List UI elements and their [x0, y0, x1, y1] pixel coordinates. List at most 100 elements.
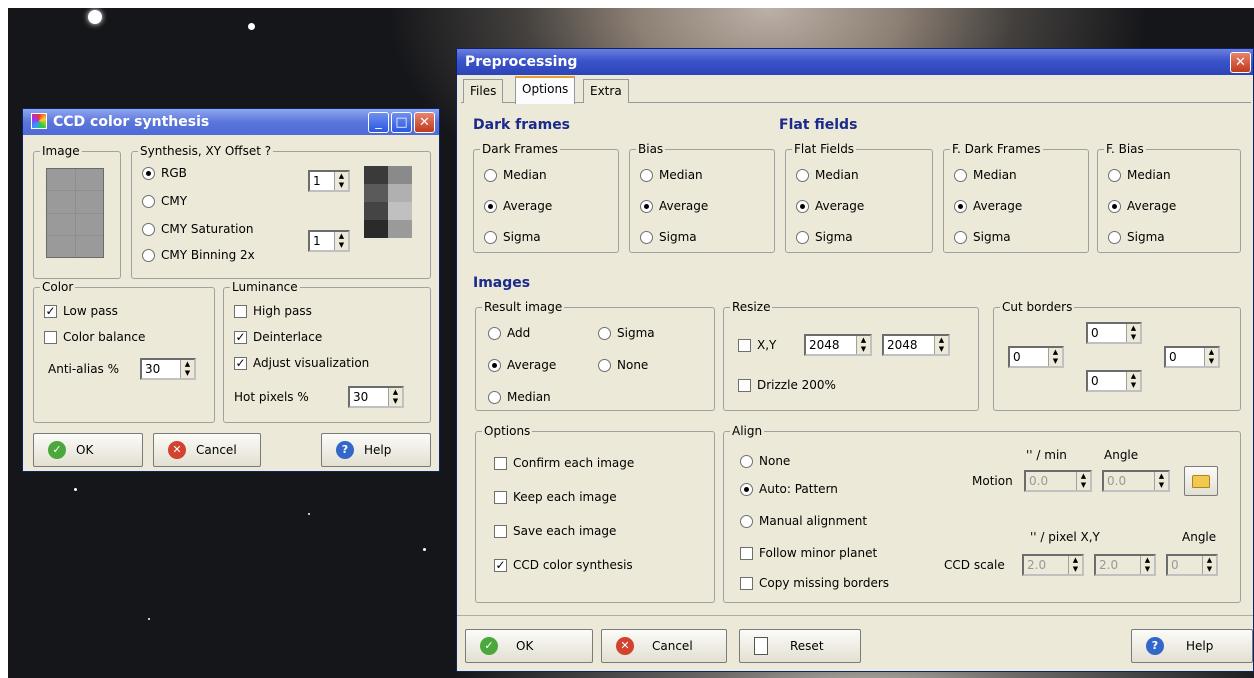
minimize-icon[interactable]: _ [368, 112, 389, 133]
spin-arrows-icon[interactable]: ▲ ▼ [856, 336, 870, 354]
radio-none[interactable] [598, 358, 611, 372]
spin-arrows-icon[interactable]: ▲ ▼ [1202, 556, 1216, 574]
preprocessing-title-bar[interactable]: Preprocessing [457, 49, 1253, 75]
tab-options[interactable]: Options [515, 76, 576, 104]
result-average[interactable]: Average [488, 358, 556, 372]
copy-missing-borders-checkbox[interactable] [740, 576, 753, 590]
low-pass-option[interactable]: ✓ Low pass [44, 304, 118, 318]
cut-right-value[interactable]: 0 [1166, 348, 1204, 366]
ccd-scale-x-value[interactable]: 2.0 [1024, 556, 1068, 574]
radio-cmy-binning[interactable] [142, 248, 155, 262]
method-option-sigma[interactable]: Sigma [1108, 230, 1165, 244]
adjust-visualization-option[interactable]: ✓ Adjust visualization [234, 356, 369, 370]
radio-add[interactable] [488, 326, 501, 340]
copy-missing-borders-option[interactable]: Copy missing borders [740, 576, 889, 590]
result-none[interactable]: None [598, 358, 648, 372]
spin-arrows-icon[interactable]: ▲ ▼ [1048, 348, 1062, 366]
drizzle-option[interactable]: Drizzle 200% [738, 378, 836, 392]
radio-align-none[interactable] [740, 454, 753, 468]
adjust-visualization-checkbox[interactable]: ✓ [234, 356, 247, 370]
cut-top-value[interactable]: 0 [1088, 324, 1126, 342]
ccd-ok-button[interactable]: ✓ OK [33, 433, 143, 467]
align-auto-pattern[interactable]: Auto: Pattern [740, 482, 838, 496]
radio-sigma[interactable] [640, 230, 653, 244]
result-sigma[interactable]: Sigma [598, 326, 655, 340]
radio-average[interactable] [954, 199, 967, 213]
tab-files[interactable]: Files [463, 79, 504, 103]
anti-alias-spinner[interactable]: 30 ▲ ▼ [140, 358, 196, 380]
method-option-sigma[interactable]: Sigma [796, 230, 853, 244]
spin-arrows-icon[interactable]: ▲ ▼ [1154, 472, 1168, 490]
cut-bottom-spinner[interactable]: 0 ▲ ▼ [1086, 370, 1142, 392]
cut-left-value[interactable]: 0 [1010, 348, 1048, 366]
confirm-each-image-option[interactable]: Confirm each image [494, 456, 634, 470]
motion-angle-value[interactable]: 0.0 [1104, 472, 1154, 490]
radio-average[interactable] [796, 199, 809, 213]
method-option-sigma[interactable]: Sigma [954, 230, 1011, 244]
color-balance-checkbox[interactable] [44, 330, 57, 344]
method-option-average[interactable]: Average [954, 199, 1022, 213]
hot-pixels-spinner[interactable]: 30 ▲ ▼ [348, 386, 404, 408]
spin-arrows-icon[interactable]: ▲ ▼ [1140, 556, 1154, 574]
close-icon[interactable]: ✕ [1230, 52, 1251, 73]
motion-angle-spinner[interactable]: 0.0 ▲ ▼ [1102, 470, 1170, 492]
align-none[interactable]: None [740, 454, 790, 468]
spin-arrows-icon[interactable]: ▲ ▼ [1204, 348, 1218, 366]
radio-average[interactable] [484, 199, 497, 213]
follow-minor-planet-option[interactable]: Follow minor planet [740, 546, 877, 560]
radio-median[interactable] [640, 168, 653, 182]
spin-arrows-icon[interactable]: ▲ ▼ [388, 388, 402, 406]
drizzle-checkbox[interactable] [738, 378, 751, 392]
ccd-scale-x-spinner[interactable]: 2.0 ▲ ▼ [1022, 554, 1084, 576]
cut-right-spinner[interactable]: 0 ▲ ▼ [1164, 346, 1220, 368]
save-each-image-checkbox[interactable] [494, 524, 507, 538]
ccd-cancel-button[interactable]: ✕ Cancel [153, 433, 261, 467]
radio-sigma[interactable] [484, 230, 497, 244]
resize-x-spinner[interactable]: 2048 ▲ ▼ [804, 334, 872, 356]
synthesis-rgb[interactable]: RGB [142, 166, 187, 180]
method-option-median[interactable]: Median [954, 168, 1017, 182]
motion-rate-value[interactable]: 0.0 [1026, 472, 1076, 490]
radio-median[interactable] [1108, 168, 1121, 182]
reset-button[interactable]: Reset [739, 629, 861, 663]
anti-alias-value[interactable]: 30 [142, 360, 180, 378]
radio-median[interactable] [484, 168, 497, 182]
radio-cmy[interactable] [142, 194, 155, 208]
spin-arrows-icon[interactable]: ▲ ▼ [180, 360, 194, 378]
save-each-image-option[interactable]: Save each image [494, 524, 616, 538]
resize-xy-checkbox[interactable] [738, 338, 751, 352]
preprocessing-cancel-button[interactable]: ✕ Cancel [601, 629, 727, 663]
method-option-average[interactable]: Average [796, 199, 864, 213]
spin-arrows-icon[interactable]: ▲ ▼ [334, 232, 348, 250]
result-median[interactable]: Median [488, 390, 551, 404]
preprocessing-ok-button[interactable]: ✓ OK [465, 629, 593, 663]
hot-pixels-value[interactable]: 30 [350, 388, 388, 406]
ccd-scale-y-spinner[interactable]: 2.0 ▲ ▼ [1094, 554, 1156, 576]
spin-arrows-icon[interactable]: ▲ ▼ [334, 172, 348, 190]
ccd-scale-angle-spinner[interactable]: 0 ▲ ▼ [1166, 554, 1218, 576]
radio-rgb[interactable] [142, 166, 155, 180]
synthesis-cmy-binning[interactable]: CMY Binning 2x [142, 248, 255, 262]
high-pass-option[interactable]: High pass [234, 304, 312, 318]
cut-left-spinner[interactable]: 0 ▲ ▼ [1008, 346, 1064, 368]
spin-arrows-icon[interactable]: ▲ ▼ [934, 336, 948, 354]
deinterlace-option[interactable]: ✓ Deinterlace [234, 330, 322, 344]
method-option-sigma[interactable]: Sigma [640, 230, 697, 244]
spin-arrows-icon[interactable]: ▲ ▼ [1126, 324, 1140, 342]
maximize-icon[interactable]: □ [391, 112, 412, 133]
ccd-scale-y-value[interactable]: 2.0 [1096, 556, 1140, 574]
method-option-median[interactable]: Median [1108, 168, 1171, 182]
low-pass-checkbox[interactable]: ✓ [44, 304, 57, 318]
radio-average[interactable] [488, 358, 501, 372]
preprocessing-help-button[interactable]: ? Help [1131, 629, 1253, 663]
spin-arrows-icon[interactable]: ▲ ▼ [1076, 472, 1090, 490]
resize-x-value[interactable]: 2048 [806, 336, 856, 354]
confirm-each-image-checkbox[interactable] [494, 456, 507, 470]
spin-arrows-icon[interactable]: ▲ ▼ [1068, 556, 1082, 574]
radio-average[interactable] [640, 199, 653, 213]
radio-median[interactable] [954, 168, 967, 182]
cut-bottom-value[interactable]: 0 [1088, 372, 1126, 390]
offset-y-spinner[interactable]: 1 ▲ ▼ [308, 230, 350, 252]
deinterlace-checkbox[interactable]: ✓ [234, 330, 247, 344]
method-option-average[interactable]: Average [1108, 199, 1176, 213]
